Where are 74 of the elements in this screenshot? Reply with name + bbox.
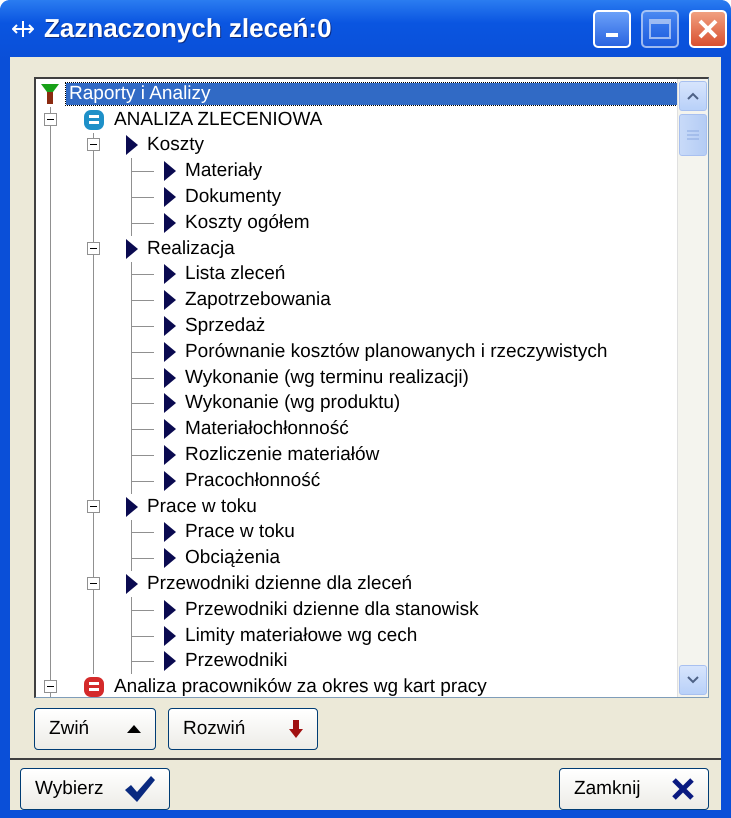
triangle-icon: [164, 290, 176, 310]
triangle-icon: [164, 651, 176, 672]
tree-item[interactable]: Lista zleceń: [182, 263, 288, 286]
tree-item[interactable]: Przewodniki dzienne dla zleceń: [144, 573, 416, 596]
tree-item[interactable]: Rozliczenie materiałów: [182, 444, 382, 466]
triangle-icon: [164, 161, 176, 182]
scroll-thumb[interactable]: [679, 114, 707, 156]
triangle-icon: [164, 626, 176, 646]
tree-item[interactable]: Wykonanie (wg terminu realizacji): [182, 366, 472, 389]
tree-item[interactable]: Pracochłonność: [182, 470, 324, 492]
scroll-up-button[interactable]: [679, 81, 707, 111]
triangle-icon: [126, 574, 138, 594]
tree-item[interactable]: Dokumenty: [182, 186, 284, 208]
tree-item[interactable]: Realizacja: [144, 238, 238, 260]
tree-item[interactable]: Limity materiałowe wg cech: [182, 624, 420, 647]
collapse-icon[interactable]: [44, 680, 57, 694]
triangle-icon: [164, 342, 176, 362]
collapse-button[interactable]: Zwiń: [34, 708, 156, 750]
collapse-icon[interactable]: [87, 577, 100, 590]
triangle-icon: [164, 212, 176, 233]
triangle-icon: [126, 135, 138, 156]
triangle-icon: [164, 393, 176, 414]
triangle-icon: [164, 445, 176, 466]
tree-item[interactable]: Przewodniki: [182, 650, 290, 672]
collapse-icon[interactable]: [87, 138, 100, 152]
triangle-icon: [164, 419, 176, 440]
triangle-icon: [126, 496, 138, 517]
triangle-icon: [164, 548, 176, 568]
funnel-icon: [40, 82, 60, 105]
up-arrow-icon: [127, 725, 141, 733]
tree-item[interactable]: Obciążenia: [182, 547, 284, 570]
triangle-icon: [164, 470, 176, 491]
tree-item[interactable]: Sprzedaż: [182, 315, 268, 338]
check-icon: [125, 776, 155, 802]
triangle-icon: [164, 522, 176, 542]
triangle-icon: [164, 368, 176, 388]
maximize-button[interactable]: [641, 10, 679, 48]
window-title: Zaznaczonych zleceń:0: [44, 13, 333, 44]
tree-item[interactable]: Prace w toku: [144, 496, 260, 518]
scroll-down-button[interactable]: [679, 665, 707, 695]
close-icon: [672, 778, 694, 800]
tree-item[interactable]: Koszty: [144, 134, 208, 156]
tree-item[interactable]: Prace w toku: [182, 521, 298, 544]
triangle-icon: [164, 316, 176, 336]
close-icon: [697, 18, 719, 40]
minimize-button[interactable]: [593, 10, 631, 48]
collapse-icon[interactable]: [44, 112, 57, 126]
tree-item[interactable]: Wykonanie (wg produktu): [182, 392, 404, 414]
scrollbar[interactable]: [677, 79, 708, 697]
select-button[interactable]: Wybierz: [20, 768, 170, 810]
tree-item[interactable]: Koszty ogółem: [182, 212, 313, 234]
tree-item[interactable]: Raporty i Analizy: [66, 82, 677, 105]
triangle-icon: [164, 264, 176, 284]
minimize-icon: [606, 32, 618, 36]
collapse-icon[interactable]: [87, 242, 100, 255]
triangle-icon: [164, 600, 176, 620]
tree-item[interactable]: Zapotrzebowania: [182, 289, 334, 312]
expand-button[interactable]: Rozwiń: [168, 708, 318, 750]
tree-item[interactable]: Analiza pracowników za okres wg kart pracy: [111, 676, 490, 697]
tree-item[interactable]: Materiały: [182, 160, 266, 182]
close-button[interactable]: [689, 10, 727, 48]
crosshair-icon: [12, 20, 34, 38]
down-chevron-icon: [687, 676, 699, 684]
tree-item[interactable]: Materiałochłonność: [182, 418, 352, 440]
tree-item[interactable]: ANALIZA ZLECENIOWA: [111, 108, 326, 131]
up-chevron-icon: [687, 92, 699, 100]
collapse-icon[interactable]: [87, 500, 100, 513]
tree-item[interactable]: Przewodniki dzienne dla stanowisk: [182, 598, 482, 621]
down-arrow-icon: [289, 720, 303, 738]
tree-item[interactable]: Porównanie kosztów planowanych i rzeczywistych: [182, 340, 610, 363]
triangle-icon: [126, 238, 138, 259]
triangle-icon: [164, 187, 176, 208]
close-dialog-button[interactable]: Zamknij: [559, 768, 709, 810]
maximize-icon: [649, 18, 671, 38]
